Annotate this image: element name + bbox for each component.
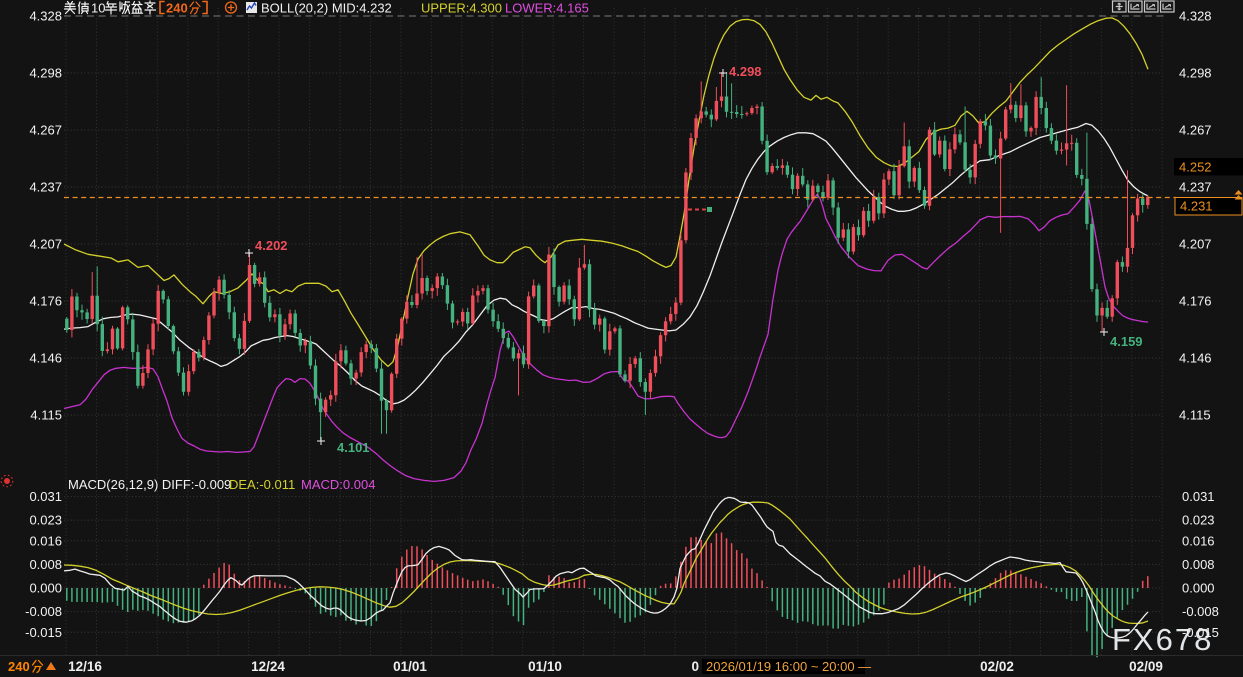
svg-text:4.267: 4.267 [29,123,62,138]
svg-text:0: 0 [691,659,699,674]
svg-text:4.159: 4.159 [1110,334,1143,349]
svg-text:4.298: 4.298 [729,64,762,79]
svg-text:2026/01/19 16:00 ~ 20:00 —: 2026/01/19 16:00 ~ 20:00 — [706,659,871,674]
svg-text:MACD(26,12,9) DIFF:-0.009: MACD(26,12,9) DIFF:-0.009 [68,477,231,492]
svg-text:4.176: 4.176 [29,294,62,309]
svg-text:0.016: 0.016 [29,533,62,548]
svg-text:4.146: 4.146 [1179,351,1212,366]
svg-text:4.237: 4.237 [1179,180,1212,195]
svg-text:-0.008: -0.008 [25,604,62,619]
svg-text:4.328: 4.328 [1179,9,1212,24]
svg-text:4.207: 4.207 [29,237,62,252]
svg-text:UPPER:4.300: UPPER:4.300 [421,1,502,16]
svg-text:4.237: 4.237 [29,180,62,195]
svg-text:BOLL(20,2) MID:4.232: BOLL(20,2) MID:4.232 [261,1,392,16]
svg-text:0.000: 0.000 [29,581,62,596]
svg-text:01/01: 01/01 [393,659,427,674]
svg-text:240: 240 [8,659,30,674]
svg-text:0.008: 0.008 [29,557,62,572]
svg-text:4.146: 4.146 [29,351,62,366]
svg-text:-0.015: -0.015 [25,625,62,640]
svg-text:DEA:-0.011: DEA:-0.011 [229,477,295,492]
svg-text:4.298: 4.298 [1179,66,1212,81]
svg-text:0.031: 0.031 [29,489,62,504]
svg-text:LOWER:4.165: LOWER:4.165 [505,1,589,16]
svg-text:0.016: 0.016 [1182,533,1215,548]
svg-text:4.298: 4.298 [29,66,62,81]
svg-text:-0.015: -0.015 [1182,625,1219,640]
svg-text:0.023: 0.023 [29,513,62,528]
svg-text:01/10: 01/10 [528,659,562,674]
svg-text:02/09: 02/09 [1129,659,1163,674]
svg-text:4.202: 4.202 [255,238,288,253]
svg-text:12/16: 12/16 [68,659,102,674]
svg-text:MACD:0.004: MACD:0.004 [301,477,375,492]
svg-text:4.252: 4.252 [1179,160,1212,175]
svg-text:4.115: 4.115 [1179,408,1211,423]
svg-text:240: 240 [166,1,188,16]
svg-text:-0.008: -0.008 [1182,604,1219,619]
svg-text:0.008: 0.008 [1182,557,1215,572]
svg-text:4.267: 4.267 [1179,123,1212,138]
svg-text:4.176: 4.176 [1179,294,1212,309]
svg-text:02/02: 02/02 [980,659,1014,674]
svg-text:12/24: 12/24 [251,659,285,674]
svg-text:0.031: 0.031 [1182,489,1215,504]
svg-text:4.101: 4.101 [337,440,370,455]
svg-text:4.328: 4.328 [29,9,62,24]
svg-text:10: 10 [91,1,105,16]
svg-text:4.207: 4.207 [1179,237,1212,252]
svg-text:0.023: 0.023 [1182,513,1215,528]
svg-text:4.115: 4.115 [30,408,62,423]
svg-text:0.000: 0.000 [1182,581,1215,596]
svg-text:4.231: 4.231 [1180,199,1213,214]
